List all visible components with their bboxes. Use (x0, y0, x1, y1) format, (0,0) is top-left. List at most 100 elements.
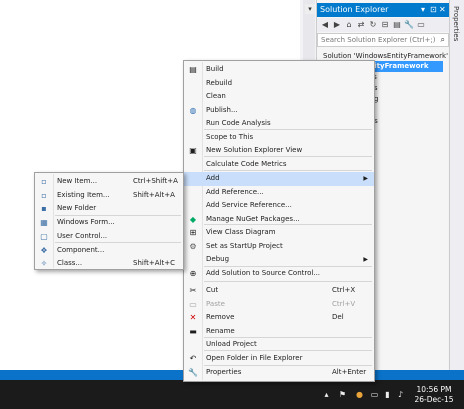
menu-item-label: Add Service Reference... (206, 201, 292, 209)
menu-item-label: Cut (206, 286, 219, 294)
search-icon[interactable]: ⌕ (441, 34, 445, 46)
globe-icon: ◍ (189, 105, 197, 115)
menu-item-unload-project[interactable]: Unload Project (184, 338, 374, 352)
menu-item-add-reference[interactable]: Add Reference... (184, 186, 374, 200)
search-input[interactable]: Search Solution Explorer (Ctrl+;) ⌕ (317, 33, 449, 47)
home-icon[interactable]: ⌂ (344, 20, 354, 30)
context-menu: ▤ Build Rebuild Clean ◍ Publish... Run Code An… (183, 60, 375, 382)
dropdown-arrow-icon[interactable]: ▾ (305, 4, 315, 14)
menu-item-manage-nuget-packages[interactable]: ◆ Manage NuGet Packages... (184, 213, 374, 227)
menu-item-rebuild[interactable]: Rebuild (184, 77, 374, 91)
add-submenu: ▫ New Item... Ctrl+Shift+A ▫ Existing Item..… (34, 172, 184, 270)
menu-item-properties[interactable]: 🔧 Properties Alt+Enter (184, 366, 374, 380)
signal-icon[interactable]: ▮ (383, 390, 392, 399)
build-icon: ▤ (189, 65, 197, 74)
submenu-arrow-icon: ▶ (363, 256, 368, 263)
solution-explorer-title-label: Solution Explorer (320, 5, 389, 14)
folder-open-icon: ↶ (189, 353, 197, 363)
show-all-icon[interactable]: ▤ (392, 20, 402, 30)
menu-item-label: Remove (206, 313, 235, 321)
submenu-item-user-control[interactable]: ▢ User Control... (35, 230, 183, 244)
display-icon[interactable]: ▭ (370, 390, 379, 399)
scissors-icon: ✂ (189, 286, 197, 295)
submenu-item-component[interactable]: ❖ Component... (35, 244, 183, 258)
menu-item-shortcut: Ctrl+X (332, 286, 356, 294)
menu-item-label: Manage NuGet Packages... (206, 214, 300, 223)
clock-date: 26-Dec-15 (414, 395, 454, 404)
menu-item-paste[interactable]: ▭ Paste Ctrl+V (184, 298, 374, 312)
menu-item-run-code-analysis[interactable]: Run Code Analysis (184, 117, 374, 131)
menu-item-clean[interactable]: Clean (184, 90, 374, 104)
menu-item-label: Publish... (206, 105, 238, 114)
menu-item-label: Add Reference... (206, 187, 264, 196)
menu-item-add[interactable]: Add ▶ (184, 172, 374, 186)
menu-item-add-solution-to-source-control[interactable]: ⊕ Add Solution to Source Control... (184, 267, 374, 281)
submenu-item-label: Windows Form... (57, 218, 115, 226)
menu-item-remove[interactable]: ✕ Remove Del (184, 311, 374, 325)
app-icon[interactable]: ● (355, 390, 364, 399)
user-control-icon: ▢ (40, 231, 48, 241)
menu-item-rename[interactable]: ▬ Rename (184, 325, 374, 339)
existing-item-icon: ▫ (41, 190, 47, 200)
submenu-item-label: New Folder (57, 204, 97, 212)
flag-icon[interactable]: ⚑ (338, 390, 347, 399)
back-icon[interactable]: ◀ (320, 20, 330, 30)
rename-icon: ▬ (189, 326, 197, 336)
menu-item-debug[interactable]: Debug ▶ (184, 253, 374, 267)
menu-item-label: Properties (206, 368, 242, 376)
paste-icon: ▭ (189, 299, 197, 309)
menu-item-new-solution-explorer-view[interactable]: ▣ New Solution Explorer View (184, 144, 374, 158)
pin-icon[interactable]: ⊡ (430, 3, 437, 17)
solution-explorer-toolbar: ◀ ▶ ⌂ ⇄ ↻ ⊟ ▤ 🔧 ▭ (317, 18, 449, 32)
menu-item-label: Rebuild (206, 78, 233, 87)
gear-icon: ⚙ (189, 241, 197, 251)
submenu-item-windows-form[interactable]: ▦ Windows Form... (35, 216, 183, 230)
dropdown-icon[interactable]: ▾ (421, 3, 425, 17)
properties-tab-label: Properties (452, 6, 460, 42)
menu-item-label: New Solution Explorer View (206, 146, 303, 154)
menu-item-open-folder-in-file-explorer[interactable]: ↶ Open Folder in File Explorer (184, 352, 374, 366)
sync-icon[interactable]: ⇄ (356, 20, 366, 30)
menu-item-label: Run Code Analysis (206, 119, 271, 127)
submenu-item-new-item[interactable]: ▫ New Item... Ctrl+Shift+A (35, 175, 183, 189)
menu-item-label: Build (206, 65, 224, 73)
submenu-item-class[interactable]: ✧ Class... Shift+Alt+C (35, 257, 183, 271)
menu-item-publish[interactable]: ◍ Publish... (184, 104, 374, 118)
menu-item-shortcut: Alt+Enter (332, 368, 367, 376)
forward-icon[interactable]: ▶ (332, 20, 342, 30)
menu-item-scope-to-this[interactable]: Scope to This (184, 131, 374, 145)
menu-item-build[interactable]: ▤ Build (184, 63, 374, 77)
menu-item-label: View Class Diagram (206, 228, 276, 236)
menu-item-calculate-code-metrics[interactable]: Calculate Code Metrics (184, 158, 374, 172)
submenu-arrow-icon: ▶ (363, 175, 368, 182)
vs-ide-window: ▲ ▾ Solution Explorer ▾ ⊡ ✕ ◀▶⌂⇄↻⊟▤🔧▭ Se… (0, 0, 464, 409)
taskbar-clock[interactable]: 10:56 PM 26-Dec-15 (410, 385, 458, 405)
menu-item-set-as-startup-project[interactable]: ⚙ Set as StartUp Project (184, 240, 374, 254)
wrench-icon: 🔧 (188, 368, 198, 377)
menu-item-add-service-reference[interactable]: Add Service Reference... (184, 199, 374, 213)
chevron-up-icon[interactable]: ▴ (322, 390, 331, 399)
menu-item-view-class-diagram[interactable]: ⊞ View Class Diagram (184, 226, 374, 240)
submenu-item-new-folder[interactable]: ▪ New Folder (35, 202, 183, 216)
menu-separator (204, 281, 372, 282)
refresh-icon[interactable]: ↻ (368, 20, 378, 30)
submenu-item-existing-item[interactable]: ▫ Existing Item... Shift+Alt+A (35, 189, 183, 203)
menu-item-label: Unload Project (206, 340, 257, 348)
submenu-item-shortcut: Shift+Alt+C (133, 259, 176, 267)
menu-item-cut[interactable]: ✂ Cut Ctrl+X (184, 284, 374, 298)
menu-item-label: Calculate Code Metrics (206, 159, 287, 168)
collapse-icon[interactable]: ⊟ (380, 20, 390, 30)
volume-icon[interactable]: ♪ (396, 390, 405, 399)
class-diagram-icon: ⊞ (189, 228, 197, 237)
close-icon[interactable]: ✕ (439, 3, 446, 17)
new-item-icon: ▫ (41, 177, 47, 186)
properties-icon[interactable]: 🔧 (404, 20, 414, 30)
preview-icon[interactable]: ▭ (416, 20, 426, 30)
menu-item-label: Scope to This (206, 132, 254, 141)
windows-form-icon: ▦ (40, 218, 48, 227)
menu-item-label: Open Folder in File Explorer (206, 353, 303, 362)
menu-item-label: Add Solution to Source Control... (206, 269, 321, 277)
submenu-item-shortcut: Shift+Alt+A (133, 190, 175, 199)
properties-side-tab[interactable]: Properties (449, 0, 464, 370)
solution-explorer-title[interactable]: Solution Explorer ▾ ⊡ ✕ (317, 3, 449, 17)
